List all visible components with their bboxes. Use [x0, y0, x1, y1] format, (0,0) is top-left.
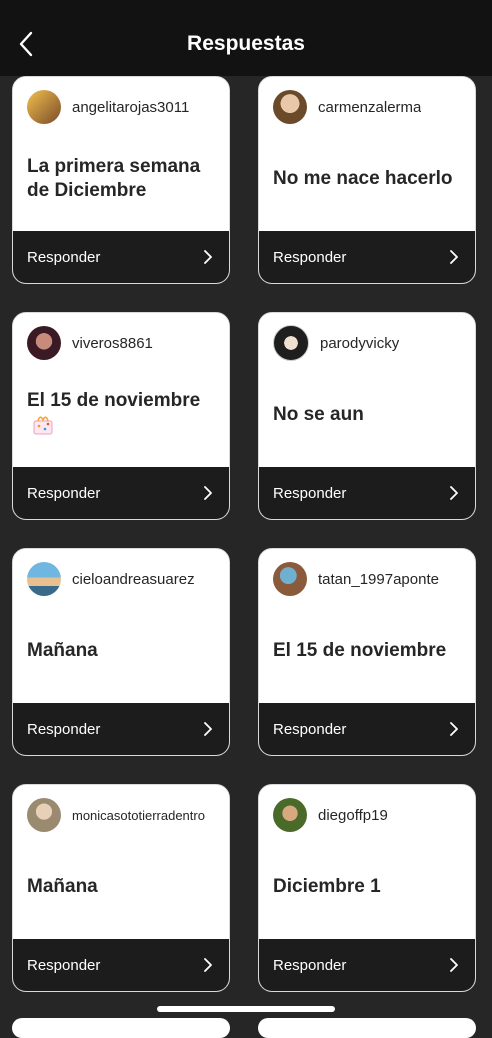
chevron-right-icon	[447, 486, 461, 500]
respond-button[interactable]: Responder	[13, 231, 229, 283]
avatar[interactable]	[27, 326, 61, 360]
username[interactable]: cieloandreasuarez	[72, 571, 195, 588]
next-card-peek	[258, 1018, 476, 1038]
chevron-right-icon	[201, 958, 215, 972]
respond-label: Responder	[273, 720, 347, 738]
username[interactable]: angelitarojas3011	[72, 99, 189, 116]
respond-label: Responder	[273, 484, 347, 502]
respond-label: Responder	[27, 956, 101, 974]
chevron-right-icon	[447, 250, 461, 264]
avatar[interactable]	[27, 90, 61, 124]
chevron-right-icon	[201, 250, 215, 264]
answer-card: parodyvicky No se aun Responder	[258, 312, 476, 520]
next-card-peek	[12, 1018, 230, 1038]
chevron-right-icon	[201, 486, 215, 500]
username[interactable]: diegoffp19	[318, 807, 388, 824]
answer-text: Mañana	[27, 876, 98, 897]
username[interactable]: tatan_1997aponte	[318, 571, 439, 588]
respond-label: Responder	[273, 248, 347, 266]
username[interactable]: parodyvicky	[320, 335, 399, 352]
avatar[interactable]	[273, 90, 307, 124]
username[interactable]: carmenzalerma	[318, 99, 421, 116]
respond-label: Responder	[273, 956, 347, 974]
avatar[interactable]	[273, 325, 309, 361]
answer-card: tatan_1997aponte El 15 de noviembre Resp…	[258, 548, 476, 756]
respond-button[interactable]: Responder	[13, 939, 229, 991]
answer-card: carmenzalerma No me nace hacerlo Respond…	[258, 76, 476, 284]
respond-button[interactable]: Responder	[259, 939, 475, 991]
respond-button[interactable]: Responder	[259, 703, 475, 755]
answer-card: monicasototierradentro Mañana Responder	[12, 784, 230, 992]
chevron-right-icon	[447, 722, 461, 736]
answer-text: Diciembre 1	[273, 876, 381, 897]
answer-card: viveros8861 El 15 de noviembre Responder	[12, 312, 230, 520]
answer-text: El 15 de noviembre	[273, 640, 447, 661]
top-bar: Respuestas	[0, 0, 492, 76]
avatar[interactable]	[273, 562, 307, 596]
answer-card: diegoffp19 Diciembre 1 Responder	[258, 784, 476, 992]
respond-button[interactable]: Responder	[259, 467, 475, 519]
answer-text: Mañana	[27, 640, 98, 661]
page-title: Respuestas	[187, 32, 305, 55]
answer-text: La primera semana de Diciembre	[27, 156, 201, 201]
answer-card: angelitarojas3011 La primera semana de D…	[12, 76, 230, 284]
respond-button[interactable]: Responder	[13, 467, 229, 519]
home-indicator[interactable]	[157, 1006, 335, 1012]
answer-card: cieloandreasuarez Mañana Responder	[12, 548, 230, 756]
respond-button[interactable]: Responder	[13, 703, 229, 755]
respond-button[interactable]: Responder	[259, 231, 475, 283]
respond-label: Responder	[27, 720, 101, 738]
respond-label: Responder	[27, 248, 101, 266]
username[interactable]: monicasototierradentro	[72, 808, 205, 823]
respond-label: Responder	[27, 484, 101, 502]
answer-text: No se aun	[273, 404, 364, 425]
answer-text-value: El 15 de noviembre	[27, 389, 201, 411]
username[interactable]: viveros8861	[72, 335, 153, 352]
gift-emoji-icon	[31, 413, 55, 442]
answer-text: No me nace hacerlo	[273, 168, 453, 189]
chevron-right-icon	[201, 722, 215, 736]
answer-text: El 15 de noviembre	[27, 361, 219, 469]
avatar[interactable]	[27, 562, 61, 596]
avatar[interactable]	[273, 798, 307, 832]
chevron-right-icon	[447, 958, 461, 972]
avatar[interactable]	[27, 798, 61, 832]
